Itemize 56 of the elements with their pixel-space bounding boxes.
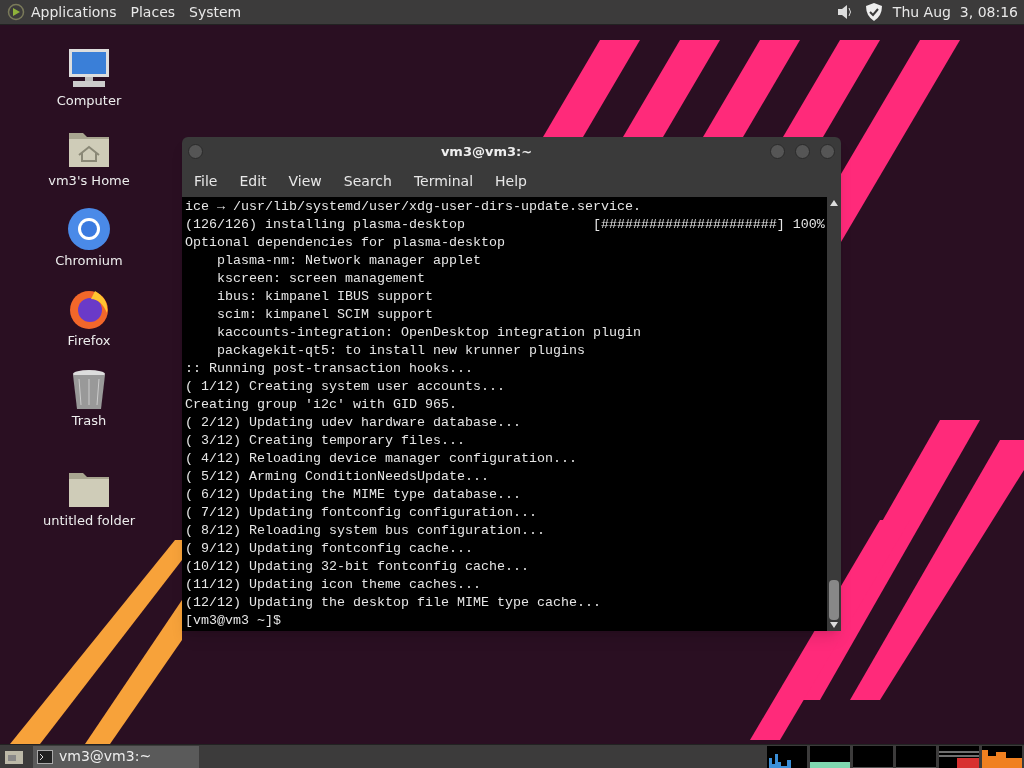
- desktop-icon-label[interactable]: Computer: [56, 93, 122, 109]
- terminal-line: ( 6/12) Updating the MIME type database...: [185, 486, 522, 504]
- terminal-line: [vm3@vm3 ~]$: [185, 612, 282, 630]
- terminal-line: ( 7/12) Updating fontconfig configuration...: [185, 504, 538, 522]
- terminal-line: :: Running post-transaction hooks...: [185, 360, 474, 378]
- terminal-line: packagekit-qt5: to install new krunner plugins: [216, 342, 586, 360]
- terminal-icon: [37, 749, 53, 764]
- distro-logo-icon[interactable]: [7, 3, 25, 21]
- terminal-line: (12/12) Updating the desktop file MIME type cache...: [185, 594, 602, 612]
- terminal-line: plasma-nm: Network manager applet: [216, 252, 482, 270]
- terminal-line: ( 1/12) Creating system user accounts...: [185, 378, 506, 396]
- chromium-icon[interactable]: [65, 205, 113, 251]
- panel-menu[interactable]: Places: [130, 1, 176, 23]
- menu-item[interactable]: View: [280, 170, 330, 192]
- terminal-line: kscreen: screen management: [216, 270, 426, 288]
- terminal-line: ice → /usr/lib/systemd/user/xdg-user-dirs-update.service.: [185, 198, 642, 216]
- menu-item[interactable]: Help: [487, 170, 535, 192]
- menu-item[interactable]: Edit: [231, 170, 275, 192]
- terminal-line: (126/126) installing plasma-desktop [######################] 100%: [185, 216, 826, 234]
- cpu-graph-drawing: [767, 745, 807, 768]
- clock[interactable]: Thu Aug 3, 08:16: [892, 1, 1018, 23]
- terminal-line: Optional dependencies for plasma-desktop: [185, 234, 506, 252]
- terminal-line: (10/12) Updating 32-bit fontconfig cache...: [185, 558, 530, 576]
- menu-item[interactable]: Search: [335, 170, 400, 192]
- scrollbar-thumb[interactable]: [829, 580, 839, 620]
- terminal-line: kaccounts-integration: OpenDesktop integration plugin: [216, 324, 642, 342]
- desktop-icon-label[interactable]: Chromium: [55, 253, 123, 269]
- terminal-line: ( 3/12) Creating temporary files...: [185, 432, 466, 450]
- desktop-icon-label[interactable]: Firefox: [67, 333, 111, 349]
- terminal-line: ( 9/12) Updating fontconfig cache...: [185, 540, 474, 558]
- panel-menu[interactable]: System: [189, 1, 242, 23]
- scroll-down-icon[interactable]: [830, 622, 838, 628]
- desktop-icon-label[interactable]: Trash: [71, 413, 107, 429]
- terminal-line: ibus: kimpanel IBUS support: [216, 288, 434, 306]
- window-title: vm3@vm3:~: [440, 143, 533, 159]
- network-graph-drawing: [853, 745, 893, 768]
- load-graph-drawing: [939, 745, 979, 768]
- panel-menu[interactable]: Applications: [31, 1, 117, 23]
- terminal-line: (11/12) Updating icon theme caches...: [185, 576, 482, 594]
- terminal-line: ( 8/12) Reloading system bus configuration...: [185, 522, 546, 540]
- scrollbar[interactable]: [827, 197, 841, 631]
- disk-graph-drawing: [982, 745, 1022, 768]
- terminal-line: scim: kimpanel SCIM support: [216, 306, 434, 324]
- terminal-line: ( 2/12) Updating udev hardware database...: [185, 414, 522, 432]
- swap-graph-drawing: [896, 745, 936, 768]
- taskbar-button[interactable]: vm3@vm3:~: [33, 745, 199, 768]
- shield-icon[interactable]: [864, 2, 883, 22]
- desktop-icon-label[interactable]: vm3's Home: [48, 173, 130, 189]
- memory-graph-drawing: [810, 745, 850, 768]
- menu-item[interactable]: Terminal: [405, 170, 482, 192]
- menu-item[interactable]: File: [186, 170, 226, 192]
- terminal-line: ( 5/12) Arming ConditionNeedsUpdate...: [185, 468, 490, 486]
- desktop-icon-label[interactable]: untitled folder: [43, 513, 135, 529]
- terminal-line: Creating group 'i2c' with GID 965.: [185, 396, 458, 414]
- scroll-up-icon[interactable]: [830, 200, 838, 206]
- terminal-line: ( 4/12) Reloading device manager configuration...: [185, 450, 578, 468]
